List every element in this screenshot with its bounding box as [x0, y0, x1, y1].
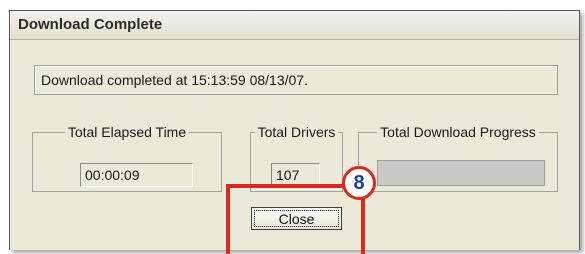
elapsed-time-value: 00:00:09 [80, 163, 193, 187]
title-bar[interactable]: Download Complete [10, 11, 579, 40]
download-progress-group: Total Download Progress [358, 124, 558, 192]
step-number: 8 [353, 172, 365, 194]
close-button-highlight [226, 184, 365, 254]
step-badge: 8 [342, 166, 376, 200]
status-message: Download completed at 15:13:59 08/13/07. [41, 72, 308, 88]
status-panel: Download completed at 15:13:59 08/13/07. [34, 65, 558, 95]
download-progress-fill [378, 161, 544, 185]
total-drivers-label: Total Drivers [257, 124, 336, 140]
elapsed-time-label: Total Elapsed Time [67, 124, 187, 140]
total-drivers-group: Total Drivers 107 [250, 124, 343, 192]
dialog-title: Download Complete [18, 16, 163, 33]
download-progress-bar [377, 160, 545, 186]
download-progress-label: Total Download Progress [380, 124, 536, 140]
elapsed-time-group: Total Elapsed Time 00:00:09 [32, 124, 222, 192]
